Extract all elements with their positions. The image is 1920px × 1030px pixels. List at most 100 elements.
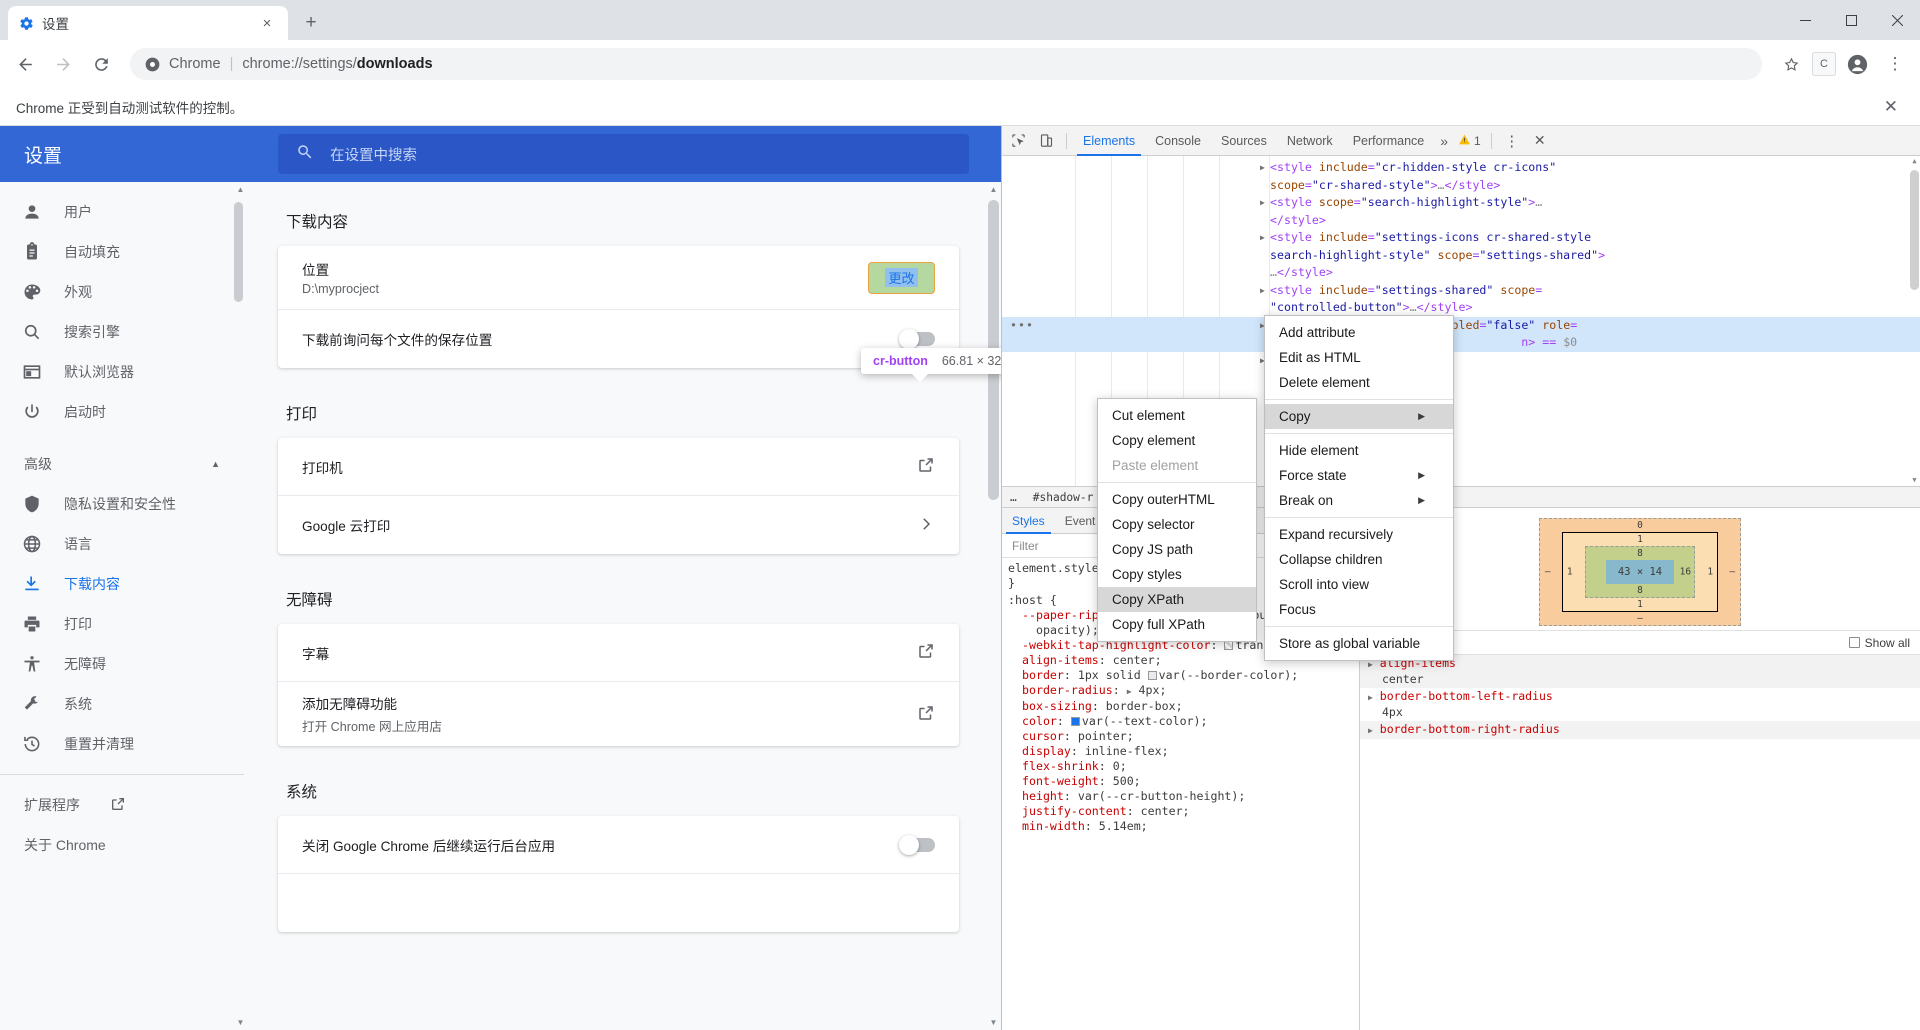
row-add-accessibility-features[interactable]: 添加无障碍功能 打开 Chrome 网上应用店 [278,682,959,746]
menu-item-copy-js-path[interactable]: Copy JS path [1098,537,1256,562]
ask-where-to-save-toggle[interactable] [899,329,935,349]
maximize-button[interactable] [1828,0,1874,40]
menu-item-collapse-children[interactable]: Collapse children [1265,547,1453,572]
scroll-up-arrow-icon[interactable]: ▲ [1909,156,1920,167]
menu-item-copy[interactable]: Copy ▶ [1265,404,1453,429]
chevron-right-icon[interactable] [917,515,935,536]
menu-item-copy-element[interactable]: Copy element [1098,428,1256,453]
sidebar-item-privacy[interactable]: 隐私设置和安全性 [0,484,244,524]
scroll-down-arrow-icon[interactable]: ▼ [1909,475,1920,486]
dom-context-menu[interactable]: Add attribute Edit as HTML Delete element C… [1264,315,1454,661]
show-all-toggle[interactable]: Show all [1848,636,1910,650]
menu-item-force-state[interactable]: Force state ▶ [1265,463,1453,488]
sidebar-item-search-engine[interactable]: 搜索引擎 [0,312,244,352]
more-tabs-icon[interactable]: » [1434,133,1454,149]
settings-scrollbar[interactable]: ▲ ▼ [986,182,1001,1030]
dom-tree-scrollbar[interactable]: ▲ ▼ [1909,156,1920,486]
sidebar-item-downloads[interactable]: 下载内容 [0,564,244,604]
extension-badge[interactable]: C [1812,52,1836,76]
dom-node-line[interactable]: •••▶<cr-button class aria-disabled="fals… [1002,316,1920,334]
sidebar-item-accessibility[interactable]: 无障碍 [0,644,244,684]
computed-properties-list[interactable]: ▶ align-items center ▶ border-bottom-lef… [1360,655,1920,1030]
dom-node-line[interactable]: ▶ <style include="cr-hidden-style cr-icon… [1002,159,1920,177]
menu-item-copy-outerhtml[interactable]: Copy outerHTML [1098,487,1256,512]
sidebar-item-autofill[interactable]: 自动填充 [0,232,244,272]
external-link-icon[interactable] [917,642,935,663]
sidebar-item-on-startup[interactable]: 启动时 [0,392,244,432]
profile-avatar[interactable] [1840,47,1874,81]
scroll-up-arrow-icon[interactable]: ▲ [986,182,1001,197]
sidebar-scroll-thumb[interactable] [234,202,243,302]
sidebar-scrollbar[interactable]: ▲ ▼ [233,182,244,1030]
row-cloud-print[interactable]: Google 云打印 [278,496,959,554]
dom-node-line[interactable]: ▶ <style include="settings-icons cr-share… [1002,229,1920,247]
infobar-close-icon[interactable]: ✕ [1878,97,1904,117]
dom-node-line[interactable]: "but n> == $0 [1002,334,1920,352]
devtools-tab-elements[interactable]: Elements [1073,126,1145,156]
dom-node-line[interactable]: ▶ <style include="settings-shared" scope= [1002,282,1920,300]
menu-item-edit-as-html[interactable]: Edit as HTML [1265,345,1453,370]
menu-item-scroll-into-view[interactable]: Scroll into view [1265,572,1453,597]
devtools-tab-console[interactable]: Console [1145,126,1211,156]
bookmark-star-icon[interactable] [1774,47,1808,81]
color-swatch[interactable] [1224,641,1234,650]
sidebar-item-reset[interactable]: 重置并清理 [0,724,244,764]
menu-item-copy-selector[interactable]: Copy selector [1098,512,1256,537]
copy-submenu[interactable]: Cut element Copy element Paste element Copy… [1097,398,1257,642]
dom-node-line[interactable]: "controlled-button">…</style> [1002,299,1920,317]
settings-search-input[interactable]: 在设置中搜索 [278,134,969,174]
show-all-checkbox[interactable] [1848,637,1860,648]
browser-tab-settings[interactable]: 设置 × [8,6,288,40]
external-link-icon[interactable] [917,704,935,725]
devtools-tab-network[interactable]: Network [1277,126,1343,156]
minimize-button[interactable] [1782,0,1828,40]
computed-property[interactable]: ▶ border-bottom-left-radius 4px [1360,688,1920,721]
color-swatch[interactable] [1147,671,1157,680]
menu-item-focus[interactable]: Focus [1265,597,1453,622]
external-link-icon[interactable] [917,456,935,477]
dom-node-line[interactable]: if> [1002,369,1920,387]
devtools-tab-performance[interactable]: Performance [1343,126,1435,156]
menu-item-store-as-global-variable[interactable]: Store as global variable [1265,631,1453,656]
back-button[interactable] [8,47,42,81]
device-toolbar-icon[interactable] [1032,128,1060,154]
breadcrumb-item[interactable]: … [1002,487,1025,507]
sidebar-group-advanced[interactable]: 高级 ▲ [0,444,244,484]
scroll-down-arrow-icon[interactable]: ▼ [986,1015,1001,1030]
menu-item-cut-element[interactable]: Cut element [1098,403,1256,428]
sidebar-item-default-browser[interactable]: 默认浏览器 [0,352,244,392]
menu-item-hide-element[interactable]: Hide element [1265,438,1453,463]
dom-node-line[interactable]: scope="cr-shared-style">…</style> [1002,177,1920,195]
dom-scroll-thumb[interactable] [1910,170,1919,290]
dom-node-line[interactable]: ▶ <style scope="search-highlight-style">… [1002,194,1920,212]
browser-menu-button[interactable]: ⋮ [1878,47,1912,81]
window-close-button[interactable] [1874,0,1920,40]
change-download-location-button[interactable]: 更改 [868,261,935,294]
sidebar-item-system[interactable]: 系统 [0,684,244,724]
menu-item-add-attribute[interactable]: Add attribute [1265,320,1453,345]
breadcrumb-item[interactable]: #shadow-r [1025,487,1102,507]
forward-button[interactable] [46,47,80,81]
sidebar-item-appearance[interactable]: 外观 [0,272,244,312]
sidebar-item-about-chrome[interactable]: 关于 Chrome [0,825,244,865]
close-icon[interactable]: × [256,12,278,34]
sidebar-item-printing[interactable]: 打印 [0,604,244,644]
devtools-close-icon[interactable]: ✕ [1526,128,1554,154]
background-apps-toggle[interactable] [899,834,935,855]
dom-node-line[interactable]: search-highlight-style" scope="settings-… [1002,247,1920,265]
devtools-settings-menu-icon[interactable]: ⋮ [1498,128,1526,154]
row-captions[interactable]: 字幕 [278,624,959,682]
menu-item-break-on[interactable]: Break on ▶ [1265,488,1453,513]
dom-node-line[interactable]: ▶<d [1002,352,1920,370]
menu-item-copy-xpath[interactable]: Copy XPath [1098,587,1256,612]
cursor-select-icon[interactable] [1004,128,1032,154]
reload-button[interactable] [84,47,118,81]
color-swatch[interactable] [1070,717,1080,726]
dom-node-line[interactable]: </style> [1002,212,1920,230]
row-printers[interactable]: 打印机 [278,438,959,496]
menu-item-copy-styles[interactable]: Copy styles [1098,562,1256,587]
sidebar-item-user[interactable]: 用户 [0,192,244,232]
address-bar[interactable]: Chrome | chrome://settings/downloads [130,48,1762,80]
new-tab-button[interactable]: + [296,8,326,38]
sidebar-item-languages[interactable]: 语言 [0,524,244,564]
